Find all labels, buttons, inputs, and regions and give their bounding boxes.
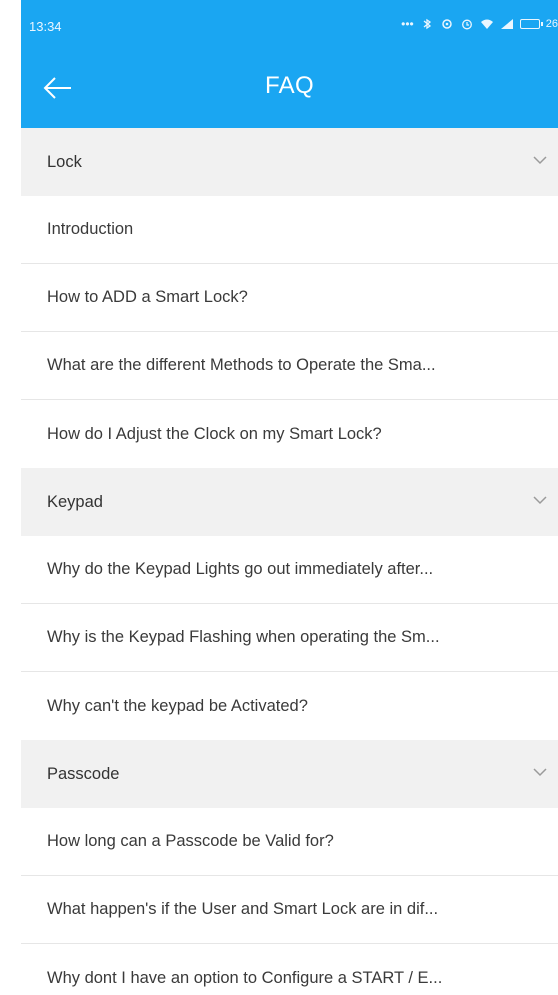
notification-dots-icon: ••• [401,17,414,31]
faq-item[interactable]: How do I Adjust the Clock on my Smart Lo… [21,400,558,468]
battery-icon [519,19,543,29]
faq-item[interactable]: What are the different Methods to Operat… [21,332,558,400]
section-label: Lock [47,152,82,171]
faq-item-label: How to ADD a Smart Lock? [47,288,248,306]
page-title: FAQ [265,72,314,99]
faq-list: Lock Introduction How to ADD a Smart Loc… [21,128,558,995]
wifi-icon [480,19,493,29]
faq-item-label: Why do the Keypad Lights go out immediat… [47,560,434,578]
section-header-lock[interactable]: Lock [21,128,558,196]
sync-icon [442,19,452,29]
status-time: 13:34 [29,19,62,34]
status-icons: ••• 26 [401,17,558,31]
faq-item-label: How long can a Passcode be Valid for? [47,832,334,850]
chevron-down-icon [533,496,547,505]
chevron-down-icon [533,768,547,777]
faq-item-label: What happen's if the User and Smart Lock… [47,900,439,918]
section-header-passcode[interactable]: Passcode [21,740,558,808]
bluetooth-icon [423,18,431,30]
faq-item[interactable]: How to ADD a Smart Lock? [21,264,558,332]
faq-item-label: How do I Adjust the Clock on my Smart Lo… [47,424,382,443]
battery-level: 26 [545,18,558,30]
faq-item[interactable]: Why dont I have an option to Configure a… [21,944,558,995]
alarm-icon [461,19,472,30]
section-label: Passcode [47,764,120,783]
section-label: Keypad [47,492,103,511]
faq-item[interactable]: Why is the Keypad Flashing when operatin… [21,604,558,672]
status-bar: 13:34 ••• 26 [21,0,558,48]
app-bar: 13:34 ••• 26 FAQ [21,0,558,128]
faq-item[interactable]: Why can't the keypad be Activated? [21,672,558,740]
faq-item-label: What are the different Methods to Operat… [47,356,436,374]
signal-icon [500,19,513,29]
chevron-down-icon [533,156,547,165]
faq-screen: 13:34 ••• 26 FAQ Lock Introduction How t… [21,0,558,995]
faq-item[interactable]: What happen's if the User and Smart Lock… [21,876,558,944]
faq-item-label: Why can't the keypad be Activated? [47,696,308,715]
faq-item-label: Introduction [47,220,134,238]
faq-item[interactable]: Introduction [21,196,558,264]
section-header-keypad[interactable]: Keypad [21,468,558,536]
faq-item[interactable]: How long can a Passcode be Valid for? [21,808,558,876]
faq-item-label: Why is the Keypad Flashing when operatin… [47,628,440,646]
faq-item[interactable]: Why do the Keypad Lights go out immediat… [21,536,558,604]
faq-item-label: Why dont I have an option to Configure a… [47,968,443,987]
